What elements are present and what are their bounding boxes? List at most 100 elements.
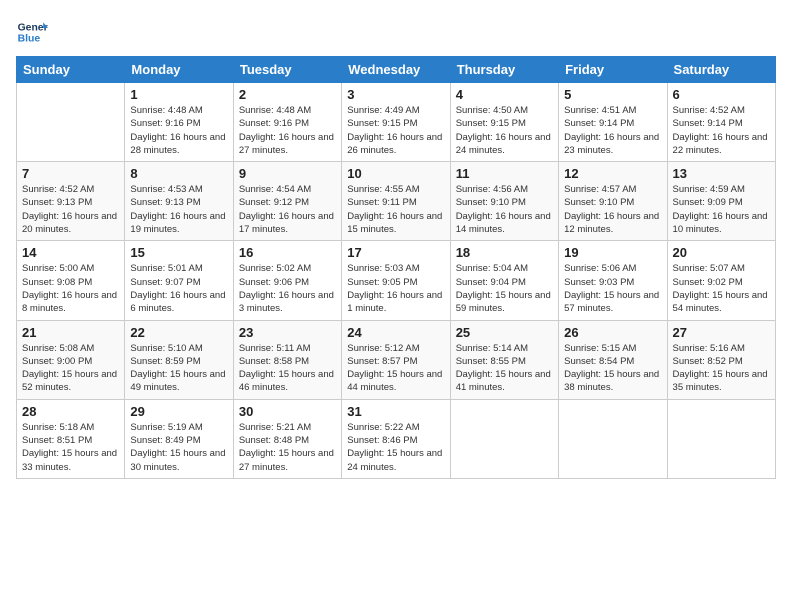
cell-content: Sunrise: 5:22 AMSunset: 8:46 PMDaylight:… [347,421,444,474]
day-number: 27 [673,325,770,340]
calendar-body: 1 Sunrise: 4:48 AMSunset: 9:16 PMDaylight… [17,83,776,479]
day-number: 2 [239,87,336,102]
weekday-header-tuesday: Tuesday [233,57,341,83]
calendar-cell: 29 Sunrise: 5:19 AMSunset: 8:49 PMDayligh… [125,399,233,478]
cell-content: Sunrise: 5:00 AMSunset: 9:08 PMDaylight:… [22,262,119,315]
cell-content: Sunrise: 5:21 AMSunset: 8:48 PMDaylight:… [239,421,336,474]
cell-content: Sunrise: 5:18 AMSunset: 8:51 PMDaylight:… [22,421,119,474]
cell-content: Sunrise: 5:10 AMSunset: 8:59 PMDaylight:… [130,342,227,395]
logo-icon: General Blue [16,16,48,48]
day-number: 16 [239,245,336,260]
calendar-cell: 17 Sunrise: 5:03 AMSunset: 9:05 PMDayligh… [342,241,450,320]
day-number: 11 [456,166,553,181]
weekday-header-saturday: Saturday [667,57,775,83]
calendar-header: SundayMondayTuesdayWednesdayThursdayFrid… [17,57,776,83]
calendar-cell: 12 Sunrise: 4:57 AMSunset: 9:10 PMDayligh… [559,162,667,241]
cell-content: Sunrise: 4:49 AMSunset: 9:15 PMDaylight:… [347,104,444,157]
day-number: 15 [130,245,227,260]
calendar-cell: 11 Sunrise: 4:56 AMSunset: 9:10 PMDayligh… [450,162,558,241]
calendar-cell: 14 Sunrise: 5:00 AMSunset: 9:08 PMDayligh… [17,241,125,320]
calendar-cell: 13 Sunrise: 4:59 AMSunset: 9:09 PMDayligh… [667,162,775,241]
cell-content: Sunrise: 5:08 AMSunset: 9:00 PMDaylight:… [22,342,119,395]
day-number: 9 [239,166,336,181]
day-number: 18 [456,245,553,260]
day-number: 22 [130,325,227,340]
day-number: 6 [673,87,770,102]
calendar-cell: 1 Sunrise: 4:48 AMSunset: 9:16 PMDaylight… [125,83,233,162]
cell-content: Sunrise: 5:01 AMSunset: 9:07 PMDaylight:… [130,262,227,315]
calendar-cell: 9 Sunrise: 4:54 AMSunset: 9:12 PMDaylight… [233,162,341,241]
day-number: 20 [673,245,770,260]
calendar-cell [559,399,667,478]
calendar-cell: 24 Sunrise: 5:12 AMSunset: 8:57 PMDayligh… [342,320,450,399]
weekday-header-sunday: Sunday [17,57,125,83]
day-number: 28 [22,404,119,419]
cell-content: Sunrise: 4:48 AMSunset: 9:16 PMDaylight:… [130,104,227,157]
calendar-cell: 2Sunrise: 4:48 AMSunset: 9:16 PMDaylight… [233,83,341,162]
calendar-cell: 27 Sunrise: 5:16 AMSunset: 8:52 PMDayligh… [667,320,775,399]
calendar-cell: 25Sunrise: 5:14 AMSunset: 8:55 PMDayligh… [450,320,558,399]
logo: General Blue [16,16,48,48]
calendar-cell [667,399,775,478]
calendar-week-1: 1 Sunrise: 4:48 AMSunset: 9:16 PMDaylight… [17,83,776,162]
calendar-week-4: 21 Sunrise: 5:08 AMSunset: 9:00 PMDayligh… [17,320,776,399]
cell-content: Sunrise: 4:55 AMSunset: 9:11 PMDaylight:… [347,183,444,236]
weekday-header-thursday: Thursday [450,57,558,83]
cell-content: Sunrise: 5:16 AMSunset: 8:52 PMDaylight:… [673,342,770,395]
cell-content: Sunrise: 4:50 AMSunset: 9:15 PMDaylight:… [456,104,553,157]
day-number: 31 [347,404,444,419]
cell-content: Sunrise: 4:56 AMSunset: 9:10 PMDaylight:… [456,183,553,236]
day-number: 19 [564,245,661,260]
calendar-cell: 28 Sunrise: 5:18 AMSunset: 8:51 PMDayligh… [17,399,125,478]
calendar-cell: 22 Sunrise: 5:10 AMSunset: 8:59 PMDayligh… [125,320,233,399]
calendar-cell [450,399,558,478]
calendar-cell [17,83,125,162]
calendar-cell: 7Sunrise: 4:52 AMSunset: 9:13 PMDaylight… [17,162,125,241]
cell-content: Sunrise: 5:03 AMSunset: 9:05 PMDaylight:… [347,262,444,315]
calendar-cell: 5Sunrise: 4:51 AMSunset: 9:14 PMDaylight… [559,83,667,162]
calendar-cell: 19 Sunrise: 5:06 AMSunset: 9:03 PMDayligh… [559,241,667,320]
cell-content: Sunrise: 5:12 AMSunset: 8:57 PMDaylight:… [347,342,444,395]
day-number: 21 [22,325,119,340]
day-number: 17 [347,245,444,260]
cell-content: Sunrise: 5:19 AMSunset: 8:49 PMDaylight:… [130,421,227,474]
cell-content: Sunrise: 4:57 AMSunset: 9:10 PMDaylight:… [564,183,661,236]
weekday-header-friday: Friday [559,57,667,83]
cell-content: Sunrise: 4:52 AMSunset: 9:13 PMDaylight:… [22,183,119,236]
calendar-cell: 18Sunrise: 5:04 AMSunset: 9:04 PMDayligh… [450,241,558,320]
day-number: 12 [564,166,661,181]
day-number: 25 [456,325,553,340]
calendar-cell: 10 Sunrise: 4:55 AMSunset: 9:11 PMDayligh… [342,162,450,241]
weekday-header-wednesday: Wednesday [342,57,450,83]
day-number: 30 [239,404,336,419]
cell-content: Sunrise: 4:52 AMSunset: 9:14 PMDaylight:… [673,104,770,157]
calendar-cell: 3 Sunrise: 4:49 AMSunset: 9:15 PMDaylight… [342,83,450,162]
calendar-cell: 20 Sunrise: 5:07 AMSunset: 9:02 PMDayligh… [667,241,775,320]
day-number: 10 [347,166,444,181]
cell-content: Sunrise: 4:54 AMSunset: 9:12 PMDaylight:… [239,183,336,236]
calendar-cell: 6 Sunrise: 4:52 AMSunset: 9:14 PMDaylight… [667,83,775,162]
day-number: 3 [347,87,444,102]
day-number: 29 [130,404,227,419]
calendar-cell: 21 Sunrise: 5:08 AMSunset: 9:00 PMDayligh… [17,320,125,399]
calendar-week-5: 28 Sunrise: 5:18 AMSunset: 8:51 PMDayligh… [17,399,776,478]
cell-content: Sunrise: 5:07 AMSunset: 9:02 PMDaylight:… [673,262,770,315]
day-number: 24 [347,325,444,340]
calendar-cell: 31 Sunrise: 5:22 AMSunset: 8:46 PMDayligh… [342,399,450,478]
cell-content: Sunrise: 5:11 AMSunset: 8:58 PMDaylight:… [239,342,336,395]
cell-content: Sunrise: 4:51 AMSunset: 9:14 PMDaylight:… [564,104,661,157]
day-number: 13 [673,166,770,181]
weekday-header-monday: Monday [125,57,233,83]
day-number: 14 [22,245,119,260]
calendar-table: SundayMondayTuesdayWednesdayThursdayFrid… [16,56,776,479]
cell-content: Sunrise: 4:59 AMSunset: 9:09 PMDaylight:… [673,183,770,236]
calendar-cell: 26Sunrise: 5:15 AMSunset: 8:54 PMDayligh… [559,320,667,399]
calendar-week-2: 7Sunrise: 4:52 AMSunset: 9:13 PMDaylight… [17,162,776,241]
cell-content: Sunrise: 5:06 AMSunset: 9:03 PMDaylight:… [564,262,661,315]
calendar-cell: 15 Sunrise: 5:01 AMSunset: 9:07 PMDayligh… [125,241,233,320]
day-number: 1 [130,87,227,102]
day-number: 8 [130,166,227,181]
cell-content: Sunrise: 4:53 AMSunset: 9:13 PMDaylight:… [130,183,227,236]
day-number: 4 [456,87,553,102]
calendar-cell: 16Sunrise: 5:02 AMSunset: 9:06 PMDayligh… [233,241,341,320]
